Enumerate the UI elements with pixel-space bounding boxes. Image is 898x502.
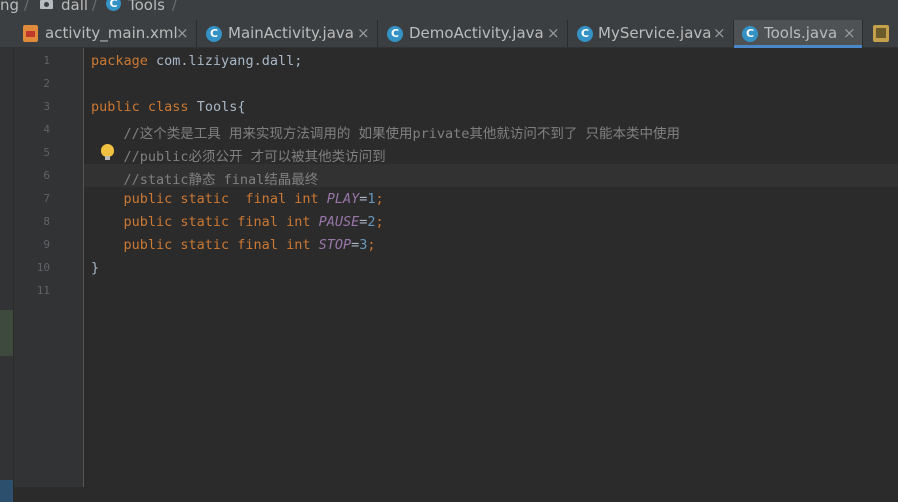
keyword: package [91, 53, 148, 69]
code-line-6: //static静态 final结晶最终 [91, 172, 319, 188]
tab-label: MyService.java [598, 24, 712, 42]
keyword: class [147, 99, 189, 115]
close-icon[interactable]: × [357, 20, 370, 47]
breadcrumb-item-package[interactable]: dall [61, 0, 88, 13]
constant-name: PLAY [326, 191, 360, 207]
tab-label: Tools.java [764, 24, 838, 42]
close-icon[interactable]: × [843, 20, 856, 47]
editor-tab-bar: activity_main.xml × C MainActivity.java … [0, 14, 898, 48]
line-number: 4 [43, 123, 50, 136]
keyword: public static final int [123, 191, 319, 207]
code-line-1: package com.liziyang.dall; [91, 53, 302, 69]
class-icon: C [742, 26, 758, 42]
constant-name: PAUSE [318, 214, 360, 230]
keyword: public static final int [123, 214, 311, 230]
close-icon[interactable]: × [547, 20, 560, 47]
class-declaration: Tools{ [188, 99, 246, 115]
breadcrumb-item-class[interactable]: Tools [128, 0, 165, 13]
line-number: 3 [43, 100, 50, 113]
semicolon: ; [367, 237, 376, 253]
close-icon[interactable]: × [176, 20, 189, 47]
package-folder-icon [40, 0, 53, 9]
line-number: 9 [43, 238, 50, 251]
tab-main-activity[interactable]: C MainActivity.java × [197, 20, 378, 47]
line-number: 1 [43, 54, 50, 67]
line-number: 11 [36, 284, 50, 297]
line-number: 2 [43, 77, 50, 90]
class-icon: C [577, 26, 593, 42]
code-line-10: } [91, 260, 100, 276]
number-literal: 1 [367, 191, 376, 207]
number-literal: 2 [367, 214, 376, 230]
code-editor[interactable]: package com.liziyang.dall; public class … [84, 48, 898, 487]
close-icon[interactable]: × [713, 20, 726, 47]
breadcrumb-separator: / [172, 0, 178, 13]
tab-overflow-icon[interactable] [873, 25, 889, 42]
stripe-highlight [0, 310, 13, 356]
line-number: 10 [36, 261, 50, 274]
class-icon: C [106, 0, 121, 11]
tab-label: DemoActivity.java [409, 24, 544, 42]
breadcrumb-item-project[interactable]: ng [0, 0, 19, 13]
code-line-9: public static final int STOP=3; [91, 237, 376, 253]
line-number: 6 [43, 169, 50, 182]
package-name: com.liziyang.dall; [147, 53, 303, 69]
line-number: 8 [43, 215, 50, 228]
tab-demo-activity[interactable]: C DemoActivity.java × [378, 20, 568, 47]
breadcrumb-separator: / [24, 0, 30, 13]
tab-label: activity_main.xml [45, 24, 178, 42]
code-line-3: public class Tools{ [91, 99, 245, 115]
breadcrumb-separator: / [92, 0, 98, 13]
tab-my-service[interactable]: C MyService.java × [568, 20, 734, 47]
stripe-selection [0, 480, 13, 502]
keyword: public [91, 99, 140, 115]
code-line-4: //这个类是工具 用来实现方法调用的 如果使用private其他就访问不到了 只… [91, 126, 681, 142]
tab-activity-main-xml[interactable]: activity_main.xml × [16, 20, 197, 47]
line-number: 7 [43, 192, 50, 205]
code-line-8: public static final int PAUSE=2; [91, 214, 384, 230]
class-icon: C [387, 26, 403, 42]
semicolon: ; [375, 191, 384, 207]
code-line-5: //public必须公开 才可以被其他类访问到 [91, 149, 386, 165]
class-icon: C [206, 26, 222, 42]
line-number: 5 [43, 146, 50, 159]
semicolon: ; [375, 214, 384, 230]
keyword: public static final int [123, 237, 311, 253]
breadcrumb: ng / dall / C Tools / [0, 0, 898, 14]
code-line-7: public static final int PLAY=1; [91, 191, 384, 207]
tab-label: MainActivity.java [228, 24, 354, 42]
left-tool-stripe [0, 48, 14, 502]
tab-tools[interactable]: C Tools.java × [734, 20, 863, 48]
xml-file-icon [23, 25, 38, 42]
line-number-gutter: 1 2 3 4 5 6 7 8 9 10 11 [14, 48, 84, 487]
constant-name: STOP [318, 237, 352, 253]
